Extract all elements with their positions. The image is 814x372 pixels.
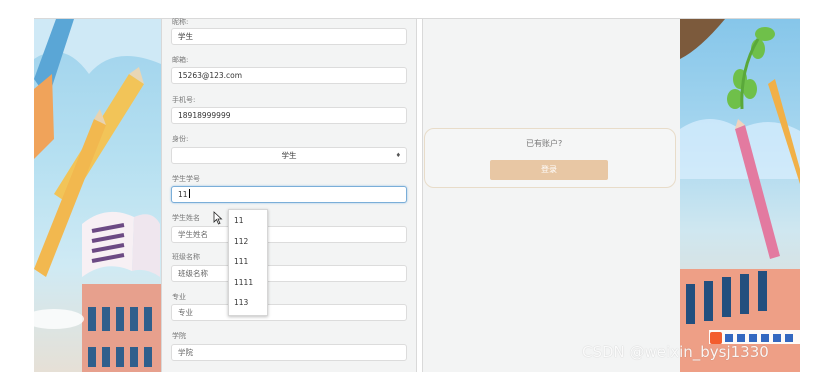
major-label: 专业 — [172, 293, 186, 301]
login-button[interactable]: 登录 — [490, 160, 608, 180]
identity-select-value: 学生 — [281, 151, 297, 160]
right-illustration-art — [680, 19, 800, 372]
identity-select[interactable]: 学生 ♦ — [171, 147, 407, 164]
class-name-input[interactable]: 班级名称 — [171, 265, 407, 282]
sogou-ime-icon — [709, 330, 800, 344]
autocomplete-option[interactable]: 1111 — [234, 278, 253, 287]
login-panel — [423, 19, 680, 372]
major-input[interactable]: 专业 — [171, 304, 407, 321]
left-illustration-art — [34, 19, 161, 372]
panel-divider — [416, 19, 423, 372]
phone-label: 手机号: — [172, 96, 196, 104]
college-label: 学院 — [172, 332, 186, 340]
nickname-input[interactable]: 学生 — [171, 28, 407, 45]
right-illustration — [680, 19, 800, 372]
student-id-label: 学生学号 — [172, 175, 200, 183]
student-name-label: 学生姓名 — [172, 214, 200, 222]
email-input[interactable]: 15263@123.com — [171, 67, 407, 84]
class-name-label: 班级名称 — [172, 253, 200, 261]
select-arrow-icon: ♦ — [395, 152, 401, 159]
watermark: CSDN @weixin_bysj1330 — [582, 343, 769, 361]
have-account-text: 已有账户? — [526, 139, 563, 148]
student-id-input[interactable]: 11 — [171, 186, 407, 203]
autocomplete-option[interactable]: 113 — [234, 298, 248, 307]
nickname-label: 昵称: — [172, 18, 189, 26]
college-input[interactable]: 学院 — [171, 344, 407, 361]
left-illustration — [34, 19, 161, 372]
autocomplete-option[interactable]: 111 — [234, 257, 248, 266]
email-label: 邮箱: — [172, 56, 189, 64]
autocomplete-option[interactable]: 112 — [234, 237, 248, 246]
register-page: 昵称: 学生 邮箱: 15263@123.com 手机号: 1891899999… — [0, 0, 814, 372]
identity-label: 身份: — [172, 135, 189, 143]
autocomplete-dropdown: 11 112 111 1111 113 — [228, 209, 268, 316]
phone-input[interactable]: 18918999999 — [171, 107, 407, 124]
autocomplete-option[interactable]: 11 — [234, 216, 244, 225]
student-name-input[interactable]: 学生姓名 — [171, 226, 407, 243]
mouse-cursor-icon — [213, 211, 223, 225]
text-caret — [188, 189, 190, 198]
student-id-input-value: 11 — [178, 190, 188, 199]
